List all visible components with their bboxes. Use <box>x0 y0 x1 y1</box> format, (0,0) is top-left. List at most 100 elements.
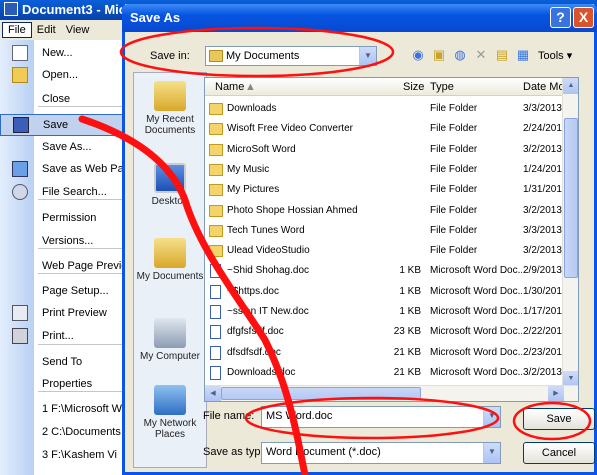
file-list-row[interactable]: ~Shid Shohag.doc 1 KB Microsoft Word Doc..… <box>205 262 578 282</box>
file-type: File Folder <box>430 163 478 175</box>
save-in-combobox[interactable]: My Documents ▼ <box>205 46 377 66</box>
file-menu-item[interactable]: Send To <box>0 351 128 373</box>
place-my-documents[interactable]: My Documents <box>134 238 206 282</box>
cancel-button[interactable]: Cancel <box>523 442 595 464</box>
file-list-row[interactable]: Downloads.doc 21 KB Microsoft Word Doc... 3… <box>205 364 578 384</box>
horizontal-scrollbar[interactable]: ◀ ▶ <box>205 385 578 401</box>
menu-file[interactable]: File <box>2 22 32 38</box>
file-name-input[interactable]: MS Word.doc ▼ <box>261 406 501 428</box>
menu-separator <box>38 344 126 345</box>
save-as-dialog: Save As ? X Save in: My Documents ▼ ◉ ▣ … <box>122 4 597 475</box>
menu-separator <box>38 199 126 200</box>
views-icon[interactable]: ▦ <box>515 47 531 63</box>
place-my-recent-documents[interactable]: My Recent Documents <box>134 81 206 136</box>
chevron-down-icon[interactable]: ▼ <box>359 47 376 65</box>
file-menu-item[interactable]: 2 C:\Documents <box>0 421 128 443</box>
horizontal-scroll-thumb[interactable] <box>221 387 421 400</box>
file-list-row[interactable]: ~ssian IT New.doc 1 KB Microsoft Word Doc.… <box>205 303 578 323</box>
menu-view[interactable]: View <box>61 23 95 37</box>
delete-icon[interactable]: ✕ <box>473 47 489 63</box>
close-button[interactable]: X <box>573 7 594 28</box>
file-list-row[interactable]: MicroSoft Word File Folder 3/2/2013 8:07 <box>205 141 578 161</box>
file-name: Downloads <box>227 103 277 114</box>
chevron-down-icon[interactable]: ▼ <box>483 407 500 427</box>
file-menu-item[interactable]: 1 F:\Microsoft W <box>0 398 128 420</box>
file-name: My Pictures <box>227 184 280 196</box>
dialog-toolbar: ◉ ▣ ◍ ✕ ▤ ▦ Tools ▾ <box>410 47 572 63</box>
file-menu-item[interactable]: 3 F:\Kashem Vi <box>0 444 128 466</box>
file-name: Photo Shope Hossian Ahmed <box>227 204 358 216</box>
file-list-row[interactable]: Tech Tunes Word File Folder 3/3/2013 2:57 <box>205 222 578 242</box>
save-button[interactable]: Save <box>523 408 595 430</box>
recent-documents-icon <box>154 81 186 111</box>
file-list[interactable]: Name ▲ Size Type Date Modified Downloads… <box>204 77 579 402</box>
file-menu-item[interactable]: Permission <box>0 207 128 229</box>
word-menu-bar: File Edit View <box>0 20 130 40</box>
sort-arrow-icon: ▲ <box>245 81 256 93</box>
file-menu-item[interactable]: New... <box>0 42 128 64</box>
dialog-title-bar: Save As ? X <box>122 4 597 32</box>
file-name: ~$https.doc <box>227 285 279 297</box>
tools-label: Tools <box>538 49 564 62</box>
my-computer-icon <box>154 318 186 348</box>
vertical-scroll-thumb[interactable] <box>564 118 578 278</box>
new-folder-icon[interactable]: ▤ <box>494 47 510 63</box>
file-name: dfgfsfsdf.doc <box>227 326 284 338</box>
file-menu-item[interactable]: Save <box>0 114 128 136</box>
scroll-right-icon[interactable]: ▶ <box>548 386 564 401</box>
word-doc-icon <box>210 365 221 380</box>
file-menu-item-label: Save <box>43 119 69 131</box>
file-name: ~ssian IT New.doc <box>227 306 309 317</box>
column-name[interactable]: Name <box>215 81 244 93</box>
file-menu-item-label: Save As... <box>42 141 92 153</box>
menu-edit[interactable]: Edit <box>32 23 61 37</box>
save-in-value: My Documents <box>226 50 300 62</box>
place-my-computer[interactable]: My Computer <box>134 318 206 362</box>
file-list-row[interactable]: Photo Shope Hossian Ahmed File Folder 3/2/… <box>205 202 578 222</box>
place-desktop[interactable]: Desktop <box>134 163 206 207</box>
place-my-network-places[interactable]: My Network Places <box>134 385 206 440</box>
file-menu-item-label: Send To <box>42 356 83 368</box>
column-size[interactable]: Size <box>403 81 424 93</box>
file-menu-item[interactable]: Page Setup... <box>0 280 128 302</box>
help-button[interactable]: ? <box>550 7 571 28</box>
file-menu-item[interactable]: Open... <box>0 64 128 86</box>
scroll-left-icon[interactable]: ◀ <box>205 386 221 401</box>
save-disk-icon <box>13 117 29 133</box>
tools-menu[interactable]: Tools ▾ <box>538 49 572 62</box>
folder-icon <box>209 143 223 156</box>
scroll-up-icon[interactable]: ▲ <box>563 78 578 94</box>
desktop-icon <box>154 163 186 193</box>
file-size: 21 KB <box>393 346 421 358</box>
file-type: File Folder <box>430 224 478 236</box>
search-web-icon[interactable]: ◍ <box>452 47 468 63</box>
file-size: 23 KB <box>393 326 421 338</box>
file-type: File Folder <box>430 245 478 257</box>
column-type[interactable]: Type <box>430 81 454 93</box>
back-icon[interactable]: ◉ <box>410 47 426 63</box>
chevron-down-icon[interactable]: ▼ <box>483 443 500 463</box>
file-list-row[interactable]: dfsdfsdf.doc 21 KB Microsoft Word Doc... 2/… <box>205 344 578 364</box>
place-label: My Recent Documents <box>144 114 196 136</box>
printer-icon <box>12 328 28 344</box>
file-list-row[interactable]: My Music File Folder 1/24/2013 10: <box>205 161 578 181</box>
menu-separator <box>38 273 126 274</box>
file-menu-item[interactable]: Save As... <box>0 136 128 158</box>
file-list-row[interactable]: ~$https.doc 1 KB Microsoft Word Doc... 1/30… <box>205 283 578 303</box>
file-menu-item-label: Versions... <box>42 235 94 247</box>
file-list-row[interactable]: Downloads File Folder 3/3/2013 12:2 <box>205 100 578 120</box>
save-as-type-select[interactable]: Word Document (*.doc) ▼ <box>261 442 501 464</box>
file-list-row[interactable]: dfgfsfsdf.doc 23 KB Microsoft Word Doc... 2… <box>205 323 578 343</box>
save-as-type-value: Word Document (*.doc) <box>266 446 381 458</box>
file-menu-item[interactable]: Save as Web Pa <box>0 158 128 180</box>
file-menu-item[interactable]: Print Preview <box>0 302 128 324</box>
up-folder-icon[interactable]: ▣ <box>431 47 447 63</box>
file-name: Ulead VideoStudio <box>227 245 310 257</box>
file-list-row[interactable]: Ulead VideoStudio File Folder 3/2/2013 10:… <box>205 242 578 262</box>
file-name: ~Shid Shohag.doc <box>227 265 310 277</box>
file-list-row[interactable]: My Pictures File Folder 1/31/2013 3:0 <box>205 181 578 201</box>
file-list-row[interactable]: Wisoft Free Video Converter File Folder 2/… <box>205 120 578 140</box>
file-size: 21 KB <box>393 366 421 378</box>
menu-separator <box>38 106 126 107</box>
vertical-scrollbar[interactable]: ▲ ▼ <box>562 78 578 387</box>
